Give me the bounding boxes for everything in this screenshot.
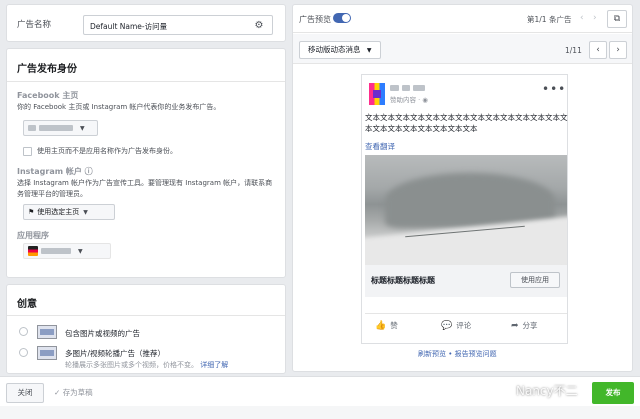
carousel-radio[interactable] xyxy=(19,348,28,357)
save-draft-label: 存为草稿 xyxy=(62,388,93,397)
divider xyxy=(7,81,285,82)
comment-icon: 💬 xyxy=(441,320,453,331)
preview-toggle[interactable] xyxy=(333,13,351,23)
share-label: 分享 xyxy=(522,321,538,330)
page-avatar-blurred xyxy=(28,125,36,131)
placement-label: 移动版动态消息 xyxy=(308,45,361,54)
publish-button[interactable]: 发布 xyxy=(592,382,634,404)
share-icon: ➦ xyxy=(511,320,519,331)
single-image-icon xyxy=(37,325,57,339)
post-image xyxy=(365,155,567,265)
identity-title: 广告发布身份 xyxy=(17,64,77,75)
thumbs-up-icon: 👍 xyxy=(375,320,387,331)
app-icon-blurred xyxy=(28,246,38,256)
open-external-icon[interactable]: ⧉ xyxy=(607,10,627,28)
creative-title: 创意 xyxy=(17,299,37,310)
share-action[interactable]: ➦ 分享 xyxy=(511,320,538,331)
instagram-select[interactable]: ⚑ 使用选定主页 ▼ xyxy=(23,204,115,220)
post-actions: 👍 赞 💬 评论 ➦ 分享 xyxy=(365,313,567,331)
instagram-select-label: 使用选定主页 xyxy=(37,208,80,216)
chevron-down-icon: ▼ xyxy=(80,124,85,132)
ad-name-card: 广告名称 Default Name-访问量 ⚙ xyxy=(6,4,286,42)
preview-label: 广告预览 xyxy=(299,15,331,24)
chevron-right-icon[interactable]: › xyxy=(593,13,597,23)
post-body-text: 文本文本文本文本文本文本文本文本文本文本文本文本文本文本文本文本文本文本文本文本… xyxy=(365,113,568,133)
flag-icon: ⚑ xyxy=(28,208,35,216)
comment-action[interactable]: 💬 评论 xyxy=(441,320,471,331)
gear-icon[interactable]: ⚙ xyxy=(251,17,267,33)
avatar xyxy=(369,83,385,105)
next-placement-button[interactable]: › xyxy=(609,41,627,59)
see-translation-link[interactable]: 查看翻译 xyxy=(365,141,395,152)
ad-preview-panel: 广告预览 第1/1 条广告 ‹ › ⧉ 移动版动态消息 ▼ 1/11 ‹ › 赞… xyxy=(292,4,633,372)
carousel-desc: 轮播展示多张图片或多个视频，价格不变。 详细了解 xyxy=(65,360,228,370)
preview-header: 广告预览 第1/1 条广告 ‹ › ⧉ xyxy=(293,5,632,33)
creative-section: 创意 包含图片或视频的广告 多图片/视频轮播广告（推荐） 轮播展示多张图片或多个… xyxy=(6,284,286,374)
format-row: 移动版动态消息 ▼ 1/11 ‹ › xyxy=(293,34,632,64)
chevron-left-icon[interactable]: ‹ xyxy=(580,13,584,23)
carousel-label: 多图片/视频轮播广告（推荐） xyxy=(65,349,166,358)
app-name-blurred xyxy=(41,248,71,254)
learn-more-link[interactable]: 详细了解 xyxy=(200,361,228,369)
carousel-icon xyxy=(37,346,57,360)
close-button[interactable]: 关闭 xyxy=(6,383,44,403)
preview-links[interactable]: 刷新预览 • 报告预览问题 xyxy=(418,349,497,359)
ad-name-label: 广告名称 xyxy=(17,20,52,30)
facebook-page-title: Facebook 主页 xyxy=(17,91,79,100)
sponsored-label: 赞助内容 · ◉ xyxy=(390,96,428,104)
instagram-desc: 选择 Instagram 帐户作为广告宣传工具。要管理现有 Instagram … xyxy=(17,179,273,198)
divider xyxy=(7,315,285,316)
chevron-down-icon: ▼ xyxy=(83,208,88,216)
single-media-radio[interactable] xyxy=(19,327,28,336)
use-page-checkbox-label: 使用主页而不是应用名称作为广告发布身份。 xyxy=(37,147,177,155)
ad-pager-text: 第1/1 条广告 xyxy=(527,15,572,24)
placement-page-count: 1/11 xyxy=(565,46,582,55)
more-options-icon[interactable]: ••• xyxy=(542,82,566,96)
use-page-checkbox[interactable] xyxy=(23,147,32,156)
save-draft-status: ✓ 存为草稿 xyxy=(54,387,93,398)
watermark: Nancy不二 xyxy=(516,384,578,398)
placement-dropdown[interactable]: 移动版动态消息 ▼ xyxy=(299,41,381,59)
instagram-title-text: Instagram 帐户 xyxy=(17,167,82,176)
app-title: 应用程序 xyxy=(17,231,49,240)
prev-placement-button[interactable]: ‹ xyxy=(589,41,607,59)
cta-button[interactable]: 使用应用 xyxy=(510,272,560,288)
comment-label: 评论 xyxy=(456,321,472,330)
carousel-desc-text: 轮播展示多张图片或多个视频，价格不变。 xyxy=(65,361,198,369)
instagram-account-title: Instagram 帐户 ⓘ xyxy=(17,166,93,177)
info-icon[interactable]: ⓘ xyxy=(85,167,93,176)
ad-name-input[interactable]: Default Name-访问量 xyxy=(83,15,273,35)
like-label: 赞 xyxy=(390,321,398,330)
chevron-down-icon: ▼ xyxy=(78,247,83,255)
facebook-post-preview: 赞助内容 · ◉ ••• 文本文本文本文本文本文本文本文本文本文本文本文本文本文… xyxy=(361,74,568,344)
chevron-down-icon: ▼ xyxy=(366,47,372,54)
page-name-blurred xyxy=(39,125,73,131)
facebook-page-desc: 你的 Facebook 主页或 Instagram 帐户代表你的业务发布广告。 xyxy=(17,103,221,111)
ad-headline: 标题标题标题标题 xyxy=(371,276,435,285)
single-media-label: 包含图片或视频的广告 xyxy=(65,329,140,338)
identity-section: 广告发布身份 Facebook 主页 你的 Facebook 主页或 Insta… xyxy=(6,48,286,278)
facebook-page-select[interactable]: ▼ xyxy=(23,120,98,136)
check-icon: ✓ xyxy=(54,388,61,397)
footer-strip xyxy=(0,406,640,419)
page-name-blurred xyxy=(390,84,428,93)
headline-row: 标题标题标题标题 使用应用 xyxy=(365,265,567,297)
app-select[interactable]: ▼ xyxy=(23,243,111,259)
like-action[interactable]: 👍 赞 xyxy=(375,320,398,331)
